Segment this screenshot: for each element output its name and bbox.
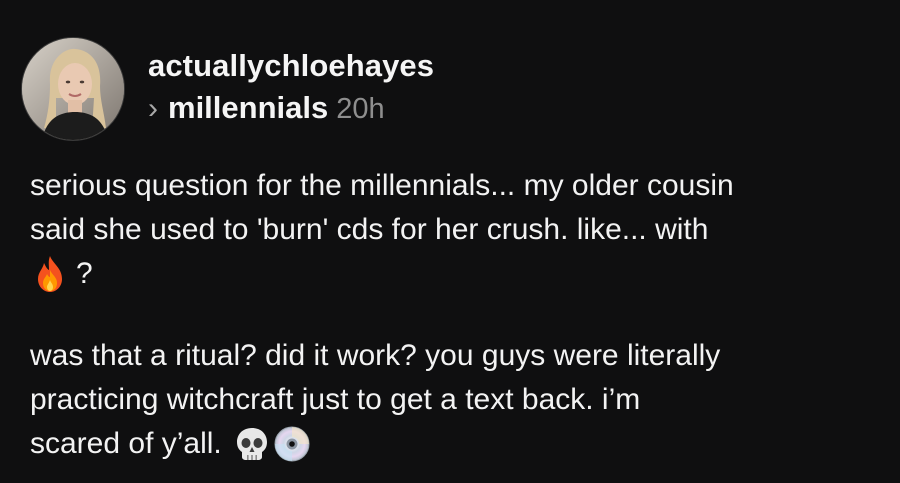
chevron-right-icon: ›: [148, 92, 158, 125]
paragraph-2-line-3-text: scared of y’all.: [30, 427, 222, 460]
paragraph-2-line-2: practicing witchcraft just to get a text…: [30, 383, 641, 416]
cd-emoji-icon: [272, 424, 312, 464]
skull-emoji-icon: [232, 424, 272, 464]
paragraph-1-line-3-text: ?: [76, 257, 93, 290]
paragraph-1-line-1: serious question for the millennials... …: [30, 169, 734, 202]
timestamp: 20h: [336, 93, 385, 125]
avatar[interactable]: [21, 37, 125, 141]
paragraph-2-line-3: scared of y’all.: [30, 422, 880, 466]
community-link[interactable]: millennials: [168, 90, 328, 126]
paragraph-2-line-1: was that a ritual? did it work? you guys…: [30, 339, 721, 372]
post-paragraph-2: was that a ritual? did it work? you guys…: [30, 334, 880, 466]
username-link[interactable]: actuallychloehayes: [148, 48, 434, 84]
post-paragraph-1: serious question for the millennials... …: [30, 164, 880, 296]
post-meta: › millennials 20h: [148, 90, 385, 126]
fire-emoji-icon: [30, 254, 70, 294]
paragraph-1-line-2: said she used to 'burn' cds for her crus…: [30, 213, 709, 246]
thread-post: actuallychloehayes › millennials 20h ser…: [0, 0, 900, 483]
paragraph-1-line-3: ?: [30, 252, 880, 296]
